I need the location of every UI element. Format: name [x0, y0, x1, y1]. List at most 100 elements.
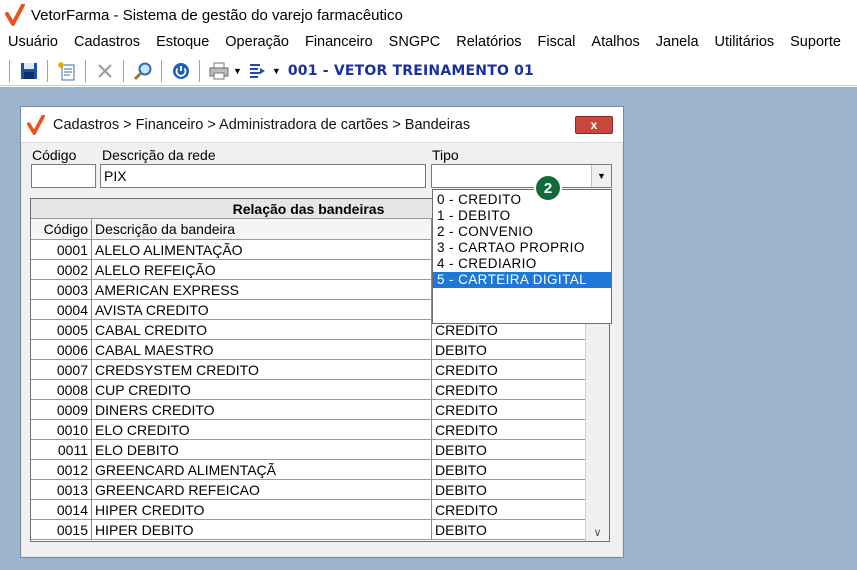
row-codigo: 0003 — [31, 280, 92, 300]
table-row[interactable]: 0009 DINERS CREDITO CREDITO — [31, 400, 609, 420]
export-icon[interactable] — [245, 58, 271, 84]
row-codigo: 0002 — [31, 260, 92, 280]
row-descricao: CABAL MAESTRO — [92, 340, 432, 360]
step-badge: 2 — [534, 174, 562, 202]
save-icon[interactable] — [16, 58, 42, 84]
codigo-field[interactable] — [31, 164, 96, 188]
export-dropdown-arrow-icon[interactable]: ▼ — [272, 66, 281, 76]
table-row[interactable]: 0014 HIPER CREDITO CREDITO — [31, 500, 609, 520]
chevron-down-icon[interactable]: ▼ — [591, 165, 611, 187]
row-descricao: CABAL CREDITO — [92, 320, 432, 340]
row-codigo: 0008 — [31, 380, 92, 400]
table-row[interactable]: 0008 CUP CREDITO CREDITO — [31, 380, 609, 400]
company-selector[interactable]: 001 - VETOR TREINAMENTO 01 — [288, 63, 534, 79]
row-descricao: HIPER CREDITO — [92, 500, 432, 520]
tipo-select[interactable]: ▼ — [431, 164, 612, 188]
row-codigo: 0014 — [31, 500, 92, 520]
menu-item-7[interactable]: Fiscal — [530, 34, 584, 50]
descricao-rede-label: Descrição da rede — [102, 147, 216, 163]
table-row[interactable]: 0010 ELO CREDITO CREDITO — [31, 420, 609, 440]
menu-item-4[interactable]: Financeiro — [297, 34, 381, 50]
tipo-option[interactable]: 1 - DEBITO — [433, 208, 611, 224]
tipo-option[interactable]: 2 - CONVENIO — [433, 224, 611, 240]
app-title: VetorFarma - Sistema de gestão do varejo… — [31, 6, 403, 24]
cancel-icon[interactable] — [92, 58, 118, 84]
table-row[interactable]: 0015 HIPER DEBITO DEBITO — [31, 520, 609, 540]
row-descricao: GREENCARD REFEICAO — [92, 480, 432, 500]
menu-item-6[interactable]: Relatórios — [448, 34, 529, 50]
codigo-label: Código — [32, 147, 77, 163]
row-tipo: DEBITO — [432, 520, 586, 540]
row-codigo: 0010 — [31, 420, 92, 440]
row-tipo: CREDITO — [432, 380, 586, 400]
descricao-rede-field[interactable]: PIX — [100, 164, 426, 188]
table-row[interactable]: 0007 CREDSYSTEM CREDITO CREDITO — [31, 360, 609, 380]
menu-item-1[interactable]: Cadastros — [66, 34, 148, 50]
tipo-option[interactable]: 0 - CREDITO — [433, 192, 611, 208]
row-tipo: DEBITO — [432, 480, 586, 500]
table-row[interactable]: 0011 ELO DEBITO DEBITO — [31, 440, 609, 460]
menu-item-10[interactable]: Utilitários — [707, 34, 783, 50]
column-header-descricao[interactable]: Descrição da bandeira — [92, 219, 432, 239]
row-descricao: GREENCARD ALIMENTAÇÃ — [92, 460, 432, 480]
row-descricao: AMERICAN EXPRESS — [92, 280, 432, 300]
app-titlebar: VetorFarma - Sistema de gestão do varejo… — [0, 0, 857, 30]
row-tipo: CREDITO — [432, 400, 586, 420]
toolbar-separator — [123, 59, 125, 82]
toolbar: ▼ ▼ 001 - VETOR TREINAMENTO 01 — [0, 56, 857, 86]
column-header-codigo[interactable]: Código — [31, 219, 92, 239]
row-descricao: DINERS CREDITO — [92, 400, 432, 420]
row-codigo: 0006 — [31, 340, 92, 360]
menu-item-2[interactable]: Estoque — [148, 34, 217, 50]
menu-item-5[interactable]: SNGPC — [381, 34, 449, 50]
toolbar-separator — [47, 59, 49, 82]
row-tipo: DEBITO — [432, 340, 586, 360]
menu-item-11[interactable]: Suporte — [782, 34, 849, 50]
print-dropdown-arrow-icon[interactable]: ▼ — [233, 66, 242, 76]
vetorfarma-logo-icon — [27, 114, 45, 135]
menu-item-8[interactable]: Atalhos — [583, 34, 647, 50]
vetorfarma-logo-icon — [5, 4, 25, 26]
menu-bar: Usuário Cadastros Estoque Operação Financeir… — [0, 30, 857, 54]
toolbar-separator — [199, 59, 201, 82]
toolbar-separator — [85, 59, 87, 82]
window-titlebar[interactable]: Cadastros > Financeiro > Administradora … — [21, 107, 623, 143]
row-codigo: 0009 — [31, 400, 92, 420]
row-codigo: 0001 — [31, 240, 92, 260]
row-descricao: CUP CREDITO — [92, 380, 432, 400]
tipo-label: Tipo — [432, 147, 459, 163]
row-descricao: ALELO REFEIÇÃO — [92, 260, 432, 280]
toolbar-separator — [9, 59, 11, 82]
row-descricao: ELO CREDITO — [92, 420, 432, 440]
power-icon[interactable] — [168, 58, 194, 84]
row-descricao: CREDSYSTEM CREDITO — [92, 360, 432, 380]
tipo-option[interactable]: 4 - CREDIARIO — [433, 256, 611, 272]
window-title: Cadastros > Financeiro > Administradora … — [53, 116, 471, 133]
print-icon[interactable] — [206, 58, 232, 84]
close-icon: x — [590, 118, 598, 132]
row-codigo: 0012 — [31, 460, 92, 480]
menu-item-3[interactable]: Operação — [217, 34, 297, 50]
tipo-option[interactable]: 5 - CARTEIRA DIGITAL — [433, 272, 611, 288]
table-row[interactable]: 0006 CABAL MAESTRO DEBITO — [31, 340, 609, 360]
search-icon[interactable] — [130, 58, 156, 84]
table-row[interactable]: 0012 GREENCARD ALIMENTAÇÃ DEBITO — [31, 460, 609, 480]
tipo-option[interactable]: 3 - CARTAO PROPRIO — [433, 240, 611, 256]
row-tipo: CREDITO — [432, 420, 586, 440]
row-descricao: ALELO ALIMENTAÇÃO — [92, 240, 432, 260]
row-codigo: 0011 — [31, 440, 92, 460]
row-descricao: AVISTA CREDITO — [92, 300, 432, 320]
row-descricao: HIPER DEBITO — [92, 520, 432, 540]
menu-item-0[interactable]: Usuário — [0, 34, 66, 50]
row-codigo: 0015 — [31, 520, 92, 540]
row-tipo: CREDITO — [432, 360, 586, 380]
menu-item-9[interactable]: Janela — [648, 34, 707, 50]
row-tipo: CREDITO — [432, 500, 586, 520]
row-descricao: ELO DEBITO — [92, 440, 432, 460]
row-codigo: 0007 — [31, 360, 92, 380]
new-document-icon[interactable] — [54, 58, 80, 84]
scroll-down-icon[interactable]: ∨ — [586, 523, 609, 541]
close-button[interactable]: x — [575, 116, 613, 134]
table-row[interactable]: 0013 GREENCARD REFEICAO DEBITO — [31, 480, 609, 500]
row-codigo: 0004 — [31, 300, 92, 320]
